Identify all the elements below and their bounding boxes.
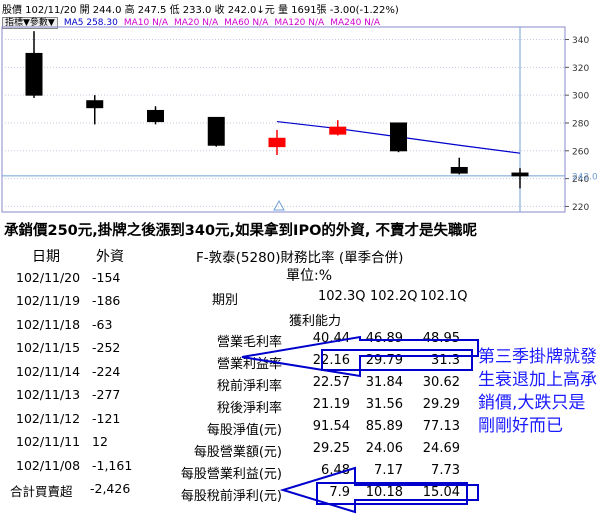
flow-date: 102/11/19 — [16, 293, 81, 308]
fin-row-value: 40.44 — [312, 331, 350, 346]
flow-value: -1,161 — [92, 457, 133, 473]
candlestick-chart[interactable]: 340320300280260240220242.0 — [0, 0, 600, 213]
fin-row-label: 每股淨值(元) — [206, 423, 282, 438]
candle-body — [511, 172, 529, 177]
fin-period-label: 期別 — [212, 293, 239, 308]
fin-period-1: 102.2Q — [370, 289, 418, 304]
fin-row-label: 營業毛利率 — [216, 335, 282, 350]
y-tick-label: 320 — [572, 64, 589, 74]
flow-date: 102/11/12 — [16, 410, 81, 426]
flow-date: 102/11/15 — [16, 340, 81, 355]
fin-row-value: 31.56 — [365, 397, 403, 412]
fin-row-label: 每股營業利益(元) — [180, 467, 282, 482]
flow-date: 102/11/14 — [16, 363, 81, 379]
flow-value: 12 — [92, 434, 108, 449]
candle-body — [25, 52, 43, 96]
fin-row-label: 每股營業額(元) — [193, 445, 282, 460]
flow-date: 102/11/18 — [16, 316, 81, 332]
fin-row-label: 每股稅前淨利(元) — [180, 489, 282, 504]
fin-row-value: 24.06 — [365, 441, 403, 456]
fin-period-0: 102.3Q — [318, 289, 366, 304]
flow-row: 102/11/14 -224 — [10, 364, 140, 388]
commentary-title: 承銷價250元,掛牌之後漲到340元,如果拿到IPO的外資, 不賣才是失職呢 — [4, 223, 477, 239]
fin-row-value: 7.17 — [374, 463, 403, 478]
flow-value: -277 — [92, 387, 121, 402]
fin-row-value: 46.89 — [365, 331, 403, 346]
fin-row-value: 24.69 — [422, 441, 460, 456]
y-tick-label: 280 — [572, 119, 589, 129]
flow-row: 102/11/11 12 — [10, 434, 140, 458]
flow-header-foreign: 外資 — [96, 249, 124, 265]
y-tick-label: 300 — [572, 92, 589, 102]
flow-date: 102/11/20 — [16, 269, 81, 285]
y-tick-label: 260 — [572, 147, 589, 157]
fin-row-value: 29.25 — [312, 441, 350, 456]
flow-header-row: 日期 外資 — [10, 246, 140, 270]
flow-value: -186 — [92, 293, 121, 308]
fin-row-value: 29.29 — [422, 397, 460, 412]
flow-total-label: 合計買賣超 — [10, 484, 73, 499]
candle-body — [268, 137, 286, 148]
ipo-marker-triangle — [273, 199, 285, 211]
fin-row-label: 營業利益率 — [216, 357, 282, 372]
highlight-box-pretax-eps — [316, 482, 468, 505]
foreign-flow-table: 日期 外資 102/11/20 -154 102/11/19 -186 102/11/1… — [10, 246, 140, 505]
fin-period-2: 102.1Q — [420, 289, 468, 304]
flow-date: 102/11/13 — [16, 387, 81, 402]
fin-title: F-敦泰(5280)財務比率 (單季合併) — [196, 250, 404, 266]
candle-body — [450, 166, 468, 174]
flow-value: -224 — [92, 363, 121, 379]
candle-body — [329, 126, 347, 135]
fin-section-title: 獲利能力 — [289, 314, 342, 329]
fin-row-value: 85.89 — [365, 419, 403, 434]
flow-value: -154 — [92, 269, 121, 285]
candle-body — [147, 109, 164, 123]
fin-row-value: 91.54 — [312, 419, 350, 434]
flow-value: -252 — [92, 340, 121, 355]
fin-row-value: 48.95 — [422, 331, 460, 346]
flow-date: 102/11/08 — [16, 457, 81, 473]
fin-unit: 單位:% — [286, 268, 333, 284]
flow-row: 102/11/12 -121 — [10, 411, 140, 435]
annotation-note: 第三季掛牌就發生衰退加上高承銷價,大跌只是剛剛好而已 — [478, 347, 597, 436]
fin-row-value: 30.62 — [422, 375, 460, 390]
fin-row-value: 6.48 — [321, 463, 350, 478]
y-tick-label: 340 — [572, 36, 589, 46]
last-price-label: 242.0 — [572, 172, 598, 182]
flow-header-date: 日期 — [32, 249, 60, 265]
flow-row: 102/11/08 -1,161 — [10, 458, 140, 482]
fin-row-value: 77.13 — [422, 419, 460, 434]
fin-row-value: 22.57 — [312, 375, 350, 390]
y-tick-label: 220 — [572, 203, 589, 213]
flow-total-value: -2,426 — [90, 481, 131, 496]
flow-row: 102/11/15 -252 — [10, 340, 140, 364]
highlight-box-operating-margin — [321, 349, 473, 371]
flow-value: -63 — [92, 316, 113, 332]
stock-chart-panel[interactable]: 股價 102/11/20 開 244.0 高 247.5 低 233.0 收 2… — [0, 0, 600, 213]
fin-row-value: 7.73 — [431, 463, 460, 478]
candle-body — [390, 122, 407, 152]
fin-row-label: 稅後淨利率 — [216, 401, 282, 416]
flow-row: 102/11/18 -63 — [10, 317, 140, 341]
flow-row: 102/11/20 -154 — [10, 270, 140, 294]
flow-row: 102/11/13 -277 — [10, 387, 140, 411]
candle-body — [86, 100, 104, 109]
fin-row-label: 稅前淨利率 — [216, 379, 282, 394]
flow-total-row: 合計買賣超 -2,426 — [10, 481, 140, 505]
fin-row-value: 31.84 — [365, 375, 403, 390]
candle-body — [207, 116, 225, 146]
flow-row: 102/11/19 -186 — [10, 293, 140, 317]
flow-date: 102/11/11 — [16, 434, 81, 449]
fin-row-value: 21.19 — [312, 397, 350, 412]
flow-value: -121 — [92, 410, 121, 426]
plot-frame — [1, 26, 566, 213]
